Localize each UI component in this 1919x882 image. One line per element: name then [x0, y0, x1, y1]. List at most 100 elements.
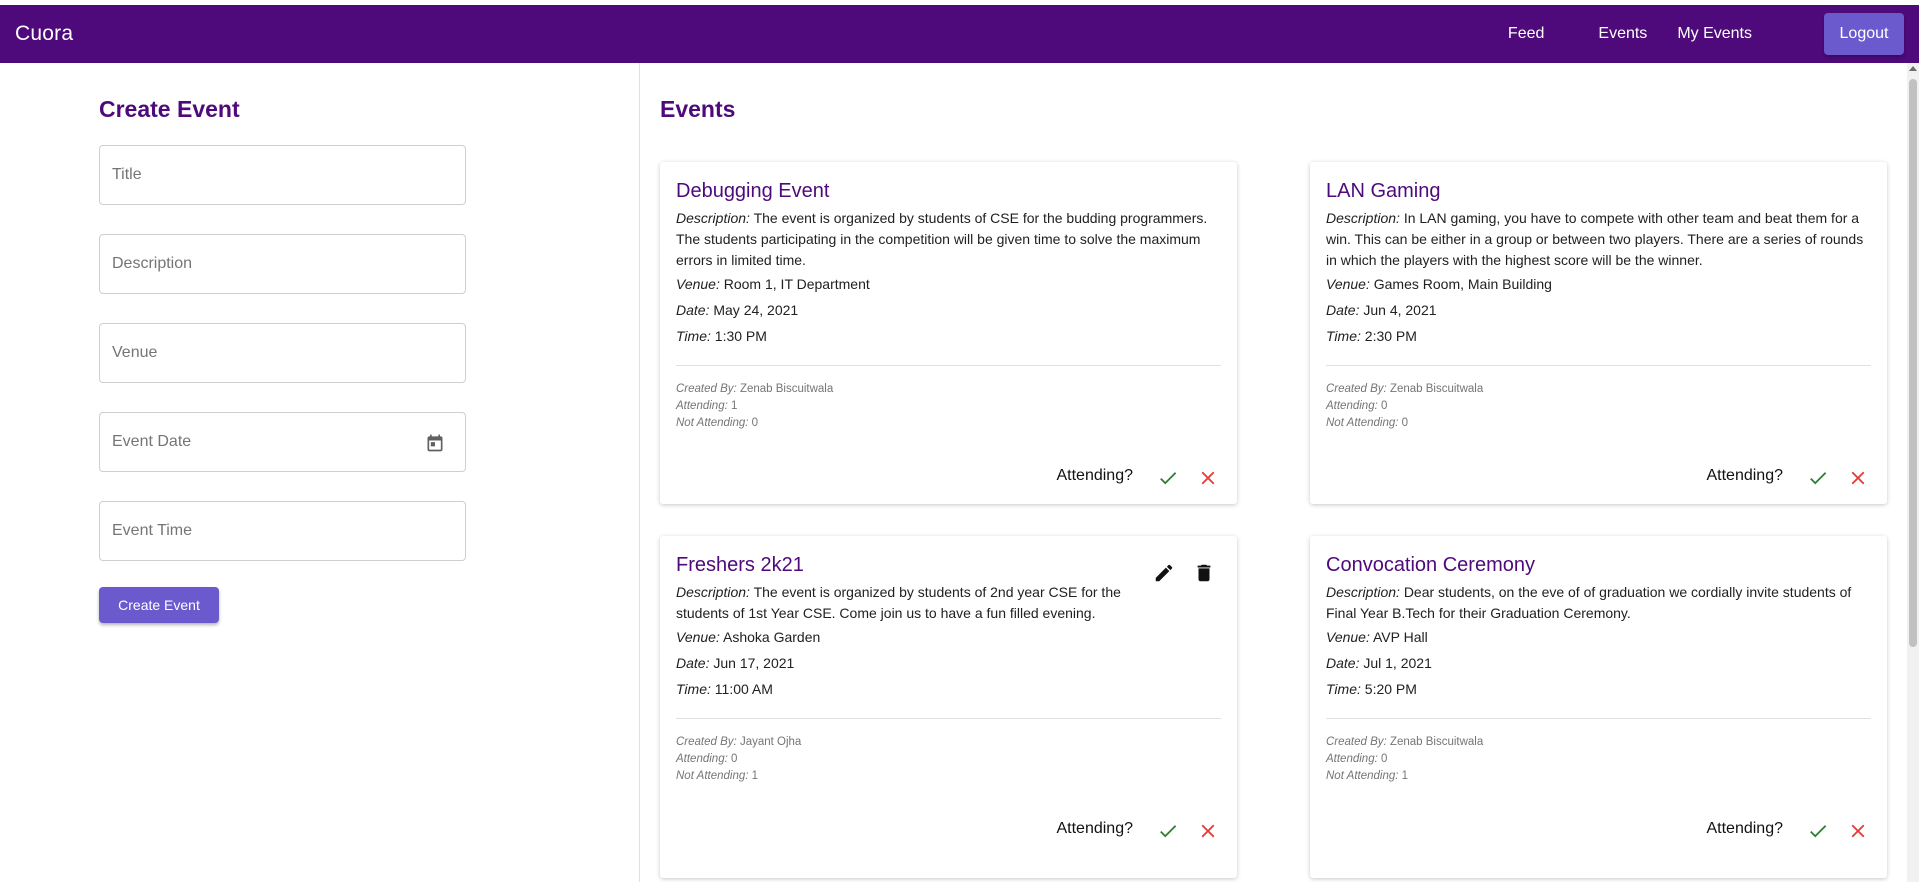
time-label: Time:: [676, 328, 711, 344]
close-icon[interactable]: [1847, 820, 1869, 842]
date-value: Jun 17, 2021: [713, 655, 795, 671]
panel-divider: [639, 63, 640, 882]
created-by-row: Created By: Zenab Biscuitwala: [1326, 734, 1483, 751]
time-label: Time:: [676, 681, 711, 697]
event-meta: Created By: Zenab Biscuitwala Attending:…: [676, 381, 833, 432]
venue-field[interactable]: Venue: [99, 323, 466, 383]
attending-question: Attending?: [1056, 820, 1133, 837]
created-by-label: Created By:: [676, 383, 737, 395]
description-field[interactable]: Description: [99, 234, 466, 294]
calendar-icon[interactable]: [425, 433, 445, 453]
not-attending-label: Not Attending:: [1326, 417, 1399, 429]
created-by-row: Created By: Jayant Ojha: [676, 734, 801, 751]
event-time-field[interactable]: Event Time: [99, 501, 466, 561]
event-description: Description: Dear students, on the eve o…: [1326, 582, 1871, 624]
event-date-placeholder: Event Date: [112, 433, 192, 450]
description-text: Dear students, on the eve of of graduati…: [1326, 584, 1852, 621]
event-venue: Venue: Room 1, IT Department: [676, 276, 870, 292]
venue-label: Venue:: [1326, 276, 1370, 292]
scrollbar-thumb[interactable]: [1909, 79, 1917, 647]
close-icon[interactable]: [1197, 820, 1219, 842]
nav-feed[interactable]: Feed: [1494, 25, 1558, 43]
not-attending-count: 0: [1401, 417, 1409, 429]
not-attending-label: Not Attending:: [676, 770, 749, 782]
event-date: Date: Jul 1, 2021: [1326, 655, 1432, 671]
card-divider: [1326, 365, 1871, 366]
create-event-title: Create Event: [99, 96, 240, 122]
attending-count: 0: [1381, 400, 1388, 412]
events-title: Events: [660, 96, 736, 122]
vertical-scrollbar[interactable]: [1907, 63, 1919, 882]
not-attending-count: 1: [1401, 770, 1409, 782]
description-label: Description:: [676, 210, 750, 226]
pencil-icon[interactable]: [1153, 562, 1175, 584]
description-text: The event is organized by students of CS…: [676, 210, 1208, 268]
event-date: Date: Jun 4, 2021: [1326, 302, 1437, 318]
check-icon[interactable]: [1807, 820, 1829, 842]
venue-value: Room 1, IT Department: [723, 276, 870, 292]
event-venue: Venue: AVP Hall: [1326, 629, 1428, 645]
time-value: 11:00 AM: [714, 681, 773, 697]
event-title: Convocation Ceremony: [1326, 554, 1535, 576]
attending-question: Attending?: [1706, 467, 1783, 484]
event-meta: Created By: Jayant Ojha Attending: 0 Not…: [676, 734, 801, 785]
title-placeholder: Title: [112, 166, 142, 183]
check-icon[interactable]: [1807, 467, 1829, 489]
venue-label: Venue:: [676, 276, 720, 292]
venue-value: Ashoka Garden: [722, 629, 821, 645]
title-field[interactable]: Title: [99, 145, 466, 205]
not-attending-count-row: Not Attending: 1: [676, 768, 801, 785]
event-date: Date: Jun 17, 2021: [676, 655, 794, 671]
check-icon[interactable]: [1157, 467, 1179, 489]
event-title: Freshers 2k21: [676, 554, 804, 576]
attending-question: Attending?: [1706, 820, 1783, 837]
description-label: Description:: [1326, 584, 1400, 600]
event-time: Time: 5:20 PM: [1326, 681, 1417, 697]
event-time-placeholder: Event Time: [112, 522, 193, 539]
venue-label: Venue:: [1326, 629, 1370, 645]
event-date: Date: May 24, 2021: [676, 302, 798, 318]
created-by-row: Created By: Zenab Biscuitwala: [676, 381, 833, 398]
event-meta: Created By: Zenab Biscuitwala Attending:…: [1326, 381, 1483, 432]
attending-count: 1: [731, 400, 738, 412]
event-venue: Venue: Ashoka Garden: [676, 629, 820, 645]
time-label: Time:: [1326, 328, 1361, 344]
time-value: 5:20 PM: [1364, 681, 1417, 697]
date-label: Date:: [1326, 655, 1360, 671]
created-by-label: Created By:: [1326, 736, 1387, 748]
close-icon[interactable]: [1197, 467, 1219, 489]
card-divider: [676, 365, 1221, 366]
attending-label: Attending:: [676, 753, 728, 765]
scroll-up-arrow-icon[interactable]: [1909, 66, 1917, 71]
nav-events[interactable]: Events: [1584, 25, 1661, 43]
create-event-button[interactable]: Create Event: [99, 587, 219, 623]
attending-count-row: Attending: 0: [1326, 398, 1483, 415]
event-description: Description: The event is organized by s…: [676, 582, 1121, 624]
not-attending-count: 1: [751, 770, 759, 782]
not-attending-count-row: Not Attending: 1: [1326, 768, 1483, 785]
event-card: Convocation Ceremony Description: Dear s…: [1310, 536, 1887, 878]
brand-logo[interactable]: Cuora: [15, 22, 73, 46]
event-meta: Created By: Zenab Biscuitwala Attending:…: [1326, 734, 1483, 785]
event-card: Freshers 2k21 Description: The event is …: [660, 536, 1237, 878]
not-attending-count-row: Not Attending: 0: [676, 415, 833, 432]
attending-count-row: Attending: 1: [676, 398, 833, 415]
event-time: Time: 1:30 PM: [676, 328, 767, 344]
check-icon[interactable]: [1157, 820, 1179, 842]
trash-icon[interactable]: [1193, 562, 1215, 584]
attending-count-row: Attending: 0: [1326, 751, 1483, 768]
venue-value: AVP Hall: [1372, 629, 1428, 645]
event-venue: Venue: Games Room, Main Building: [1326, 276, 1552, 292]
event-date-field[interactable]: Event Date: [99, 412, 466, 472]
attending-label: Attending:: [676, 400, 728, 412]
time-label: Time:: [1326, 681, 1361, 697]
venue-placeholder: Venue: [112, 344, 158, 361]
created-by-value: Jayant Ojha: [739, 736, 802, 748]
logout-button[interactable]: Logout: [1824, 13, 1904, 55]
time-value: 1:30 PM: [714, 328, 767, 344]
main-nav: Feed Events My Events Logout: [1494, 5, 1904, 63]
time-value: 2:30 PM: [1364, 328, 1417, 344]
nav-my-events[interactable]: My Events: [1663, 25, 1766, 43]
created-by-value: Zenab Biscuitwala: [1389, 736, 1484, 748]
close-icon[interactable]: [1847, 467, 1869, 489]
